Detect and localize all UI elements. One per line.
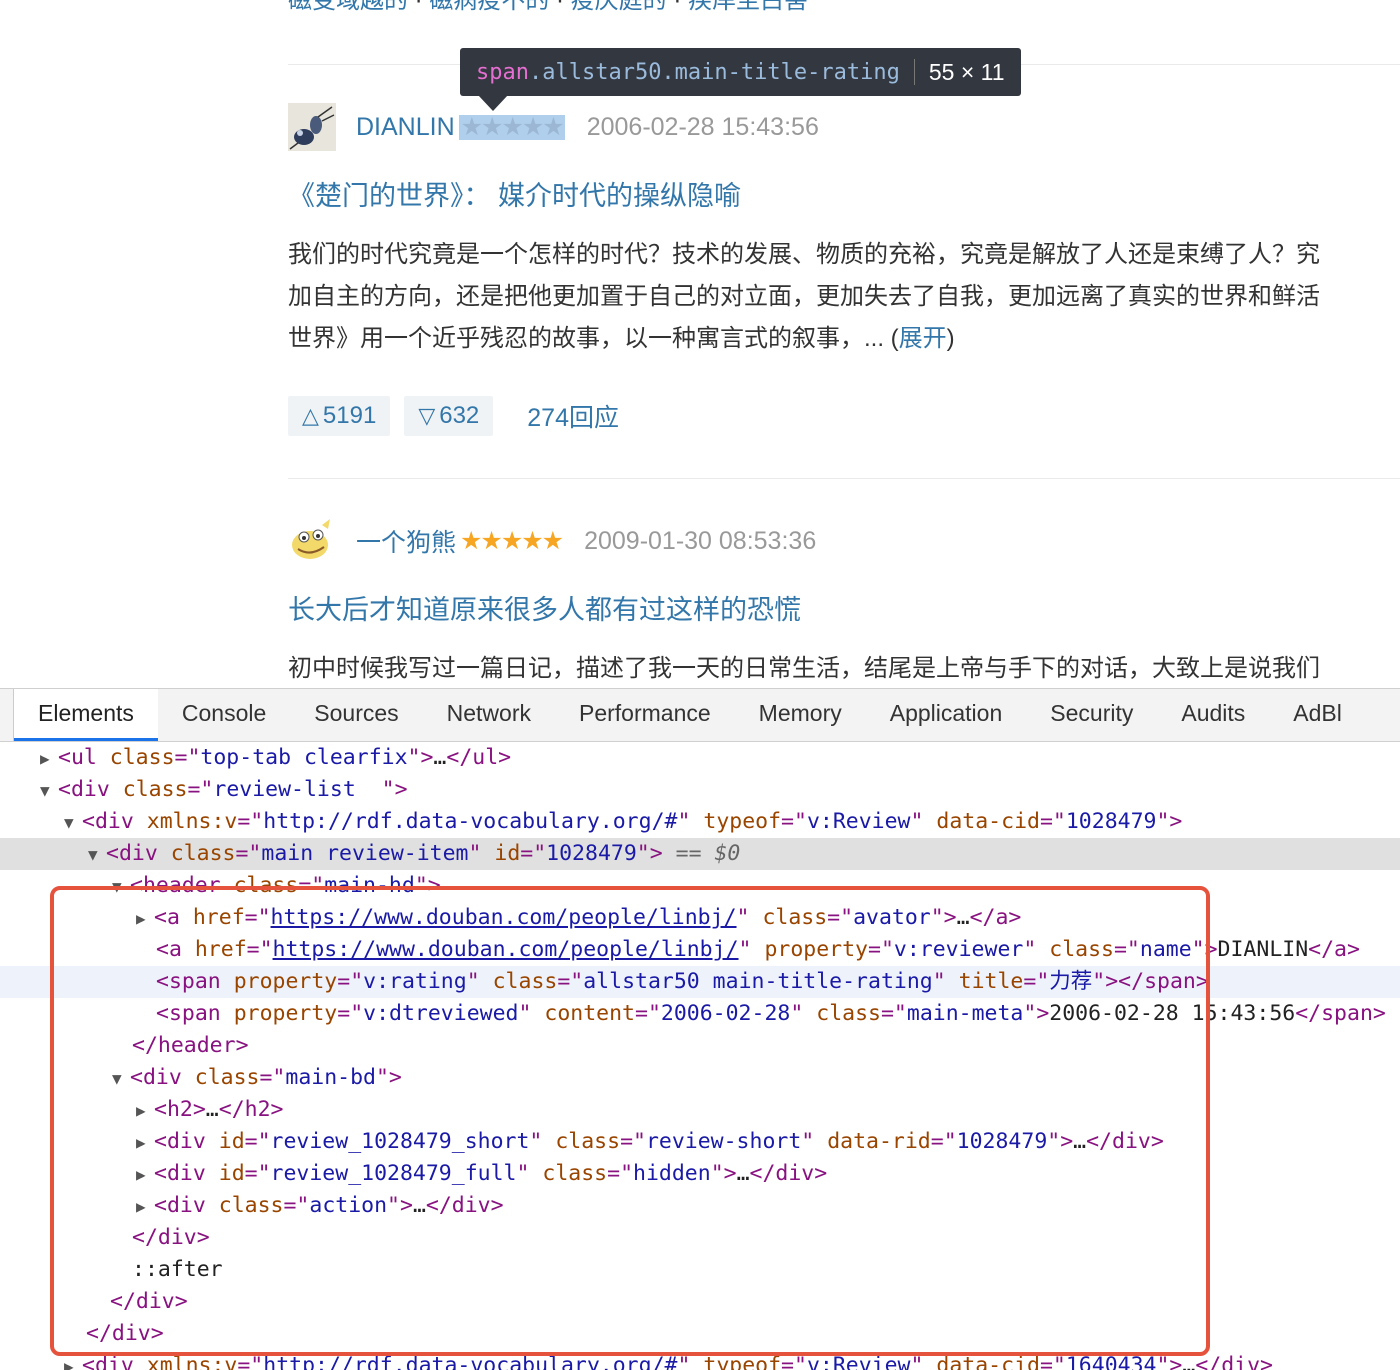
- dom-node[interactable]: ▶ <div xmlns:v="http://rdf.data-vocabular…: [0, 1350, 1400, 1370]
- dom-node[interactable]: </header>: [0, 1030, 1400, 1062]
- dom-node[interactable]: </div>: [0, 1222, 1400, 1254]
- dom-node[interactable]: </div>: [0, 1318, 1400, 1350]
- dom-pseudo-element[interactable]: ::after: [0, 1254, 1400, 1286]
- tab-memory[interactable]: Memory: [735, 689, 866, 741]
- expand-link[interactable]: 展开: [899, 325, 947, 352]
- dom-node[interactable]: ▶ <div id="review_1028479_short" class="r…: [0, 1126, 1400, 1158]
- dom-node-hovered[interactable]: <span property="v:rating" class="allstar…: [0, 966, 1400, 998]
- dom-node[interactable]: ▼ <div class="main-bd">: [0, 1062, 1400, 1094]
- tab-network[interactable]: Network: [423, 689, 555, 741]
- expand-arrow-icon[interactable]: ▶: [64, 1351, 82, 1370]
- collapse-arrow-icon[interactable]: ▼: [112, 871, 130, 903]
- href-link[interactable]: https://www.douban.com/people/linbj/: [273, 937, 739, 962]
- triangle-down-icon: ▽: [418, 403, 436, 428]
- expand-arrow-icon[interactable]: ▶: [136, 1095, 154, 1127]
- review-actions: △ 5191 ▽ 632 274回应: [288, 396, 619, 436]
- collapse-arrow-icon[interactable]: ▼: [64, 807, 82, 839]
- expand-arrow-icon[interactable]: ▶: [40, 743, 58, 775]
- tab-console[interactable]: Console: [158, 689, 290, 741]
- tab-security[interactable]: Security: [1026, 689, 1157, 741]
- tab-audits[interactable]: Audits: [1157, 689, 1269, 741]
- replies-link[interactable]: 274回应: [527, 398, 619, 434]
- devtools-panel: Elements Console Sources Network Perform…: [0, 688, 1400, 1370]
- triangle-up-icon: △: [302, 403, 319, 428]
- tab-adblock[interactable]: AdBl: [1269, 689, 1366, 741]
- top-cut-text: 磁变域越的 · 磁病疫不的 · 疫庆庭的 · 疾岸至白害: [288, 0, 809, 14]
- tab-application[interactable]: Application: [866, 689, 1027, 741]
- review-body: 初中时候我写过一篇日记，描述了我一天的日常生活，结尾是上帝与手下的对话，大致上是…: [288, 655, 1320, 682]
- avatar-insect-icon[interactable]: [288, 103, 336, 151]
- collapse-arrow-icon[interactable]: ▼: [112, 1063, 130, 1095]
- collapse-arrow-icon[interactable]: ▼: [40, 775, 58, 807]
- inspector-tooltip: span .allstar50.main-title-rating 55 × 11: [460, 48, 1021, 96]
- dom-node[interactable]: ▶ <div class="action">…</div>: [0, 1190, 1400, 1222]
- review-title[interactable]: 《楚门的世界》： 媒介时代的操纵隐喻: [288, 174, 741, 213]
- avatar-frog-icon[interactable]: [288, 517, 336, 565]
- dom-node[interactable]: </div>: [0, 1286, 1400, 1318]
- expand-arrow-icon[interactable]: ▶: [136, 1191, 154, 1223]
- dom-node[interactable]: ▼ <div class="review-list ">: [0, 774, 1400, 806]
- collapse-arrow-icon[interactable]: ▼: [88, 839, 106, 871]
- tab-sources[interactable]: Sources: [290, 689, 422, 741]
- review-time: 2006-02-28 15:43:56: [586, 112, 819, 141]
- tab-performance[interactable]: Performance: [555, 689, 735, 741]
- devtools-tab-bar: Elements Console Sources Network Perform…: [0, 689, 1400, 742]
- rating-stars: ★★★★★: [460, 526, 564, 555]
- rating-stars: ★★★★★: [458, 112, 565, 141]
- tab-elements[interactable]: Elements: [14, 689, 158, 741]
- expand-arrow-icon[interactable]: ▶: [136, 903, 154, 935]
- dom-node-selected[interactable]: ▼ <div class="main review-item" id="10284…: [0, 838, 1400, 870]
- href-link[interactable]: https://www.douban.com/people/linbj/: [271, 905, 737, 930]
- review-header: 一个狗熊 ★★★★★ 2009-01-30 08:53:36: [288, 516, 816, 566]
- downvote-button[interactable]: ▽ 632: [404, 396, 494, 436]
- reviewer-name[interactable]: DIANLIN: [356, 113, 455, 142]
- dom-node[interactable]: ▼ <header class="main-hd">: [0, 870, 1400, 902]
- dom-node[interactable]: ▶ <ul class="top-tab clearfix">…</ul>: [0, 742, 1400, 774]
- expand-arrow-icon[interactable]: ▶: [136, 1127, 154, 1159]
- upvote-button[interactable]: △ 5191: [288, 396, 391, 436]
- expand-arrow-icon[interactable]: ▶: [136, 1159, 154, 1191]
- review-header: DIANLIN ★★★★★ 2006-02-28 15:43:56: [288, 102, 819, 152]
- dom-node[interactable]: ▶ <h2>…</h2>: [0, 1094, 1400, 1126]
- divider: [288, 478, 1400, 479]
- dom-node[interactable]: ▼ <div xmlns:v="http://rdf.data-vocabular…: [0, 806, 1400, 838]
- web-page: 磁变域越的 · 磁病疫不的 · 疫庆庭的 · 疾岸至白害 DIANLIN ★★★…: [0, 0, 1400, 688]
- review-title[interactable]: 长大后才知道原来很多人都有过这样的恐慌: [288, 588, 801, 627]
- review-body: 我们的时代究竟是一个怎样的时代？技术的发展、物质的充裕，究竟是解放了人还是束缚了…: [288, 241, 1320, 352]
- tooltip-arrow: [478, 95, 508, 111]
- dom-node[interactable]: <a href="https://www.douban.com/people/l…: [0, 934, 1400, 966]
- dom-node[interactable]: ▶ <div id="review_1028479_full" class="hi…: [0, 1158, 1400, 1190]
- dom-node[interactable]: ▶ <a href="https://www.douban.com/people/…: [0, 902, 1400, 934]
- review-time: 2009-01-30 08:53:36: [584, 526, 817, 555]
- reviewer-name[interactable]: 一个狗熊: [356, 523, 456, 559]
- dom-node[interactable]: <span property="v:dtreviewed" content="2…: [0, 998, 1400, 1030]
